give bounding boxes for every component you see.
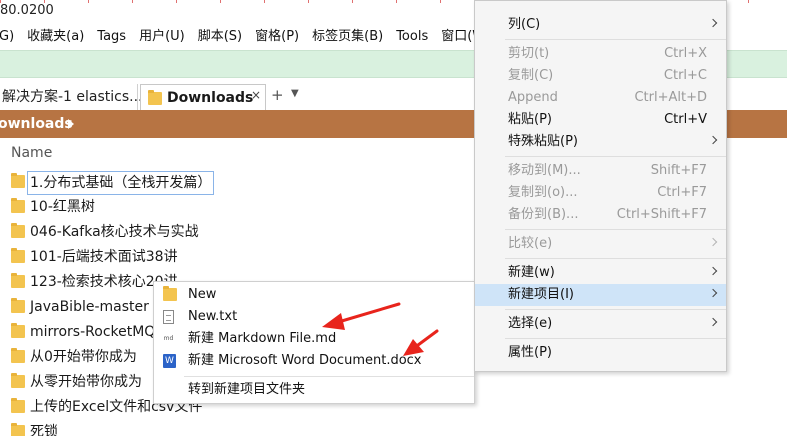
menu-bar: G) 收藏夹(a) Tags 用户(U) 脚本(S) 窗格(P) 标签页集(B)…: [0, 26, 498, 48]
column-header-name[interactable]: Name: [11, 145, 52, 161]
markdown-file-icon: md: [163, 335, 174, 342]
submenu-item-new-markdown[interactable]: md 新建 Markdown File.md: [154, 328, 474, 350]
folder-icon: [163, 286, 177, 301]
context-item-paste-special[interactable]: 特殊粘贴(P): [475, 131, 726, 153]
folder-icon: [11, 273, 25, 288]
folder-icon: [11, 373, 25, 388]
file-name: 死锁: [30, 424, 58, 436]
context-item-append[interactable]: Append Ctrl+Alt+D: [475, 87, 726, 109]
tab-label: 解决方案-1 elastics...: [2, 89, 143, 105]
menu-item-user[interactable]: 用户(U): [139, 26, 185, 48]
chevron-right-icon: [708, 288, 718, 298]
submenu-item-new-word[interactable]: W 新建 Microsoft Word Document.docx: [154, 350, 474, 372]
menu-item-view[interactable]: G): [0, 26, 14, 48]
folder-icon: [11, 398, 25, 413]
submenu-item-new-txt[interactable]: New.txt: [154, 306, 474, 328]
folder-icon: [11, 323, 25, 338]
submenu-item-goto-new-folder[interactable]: 转到新建项目文件夹: [154, 379, 474, 401]
tab-downloads[interactable]: Downloads ×: [140, 84, 266, 110]
text-file-icon: [163, 310, 174, 324]
menu-item-tools[interactable]: Tools: [396, 26, 428, 48]
context-item-backup-to[interactable]: 备份到(B)... Ctrl+Shift+F7: [475, 204, 726, 226]
word-doc-icon: W: [163, 354, 176, 368]
menu-separator: [505, 156, 726, 157]
context-item-copy-to[interactable]: 复制到(o)... Ctrl+F7: [475, 182, 726, 204]
breadcrumb-item-downloads[interactable]: ownloads: [0, 110, 73, 138]
file-name: 10-红黑树: [30, 199, 95, 215]
context-item-properties[interactable]: 属性(P): [475, 342, 726, 364]
chevron-right-icon: [708, 266, 718, 276]
context-item-new-item[interactable]: 新建项目(I): [475, 284, 726, 306]
folder-icon: [11, 223, 25, 238]
folder-icon: [11, 198, 25, 213]
file-name: 046-Kafka核心技术与实战: [30, 224, 199, 240]
folder-icon: [11, 298, 25, 313]
menu-separator: [184, 376, 474, 377]
context-item-new[interactable]: 新建(w): [475, 262, 726, 284]
context-item-move-to[interactable]: 移动到(M)... Shift+F7: [475, 160, 726, 182]
menu-item-panes[interactable]: 窗格(P): [255, 26, 299, 48]
menu-item-scripts[interactable]: 脚本(S): [198, 26, 242, 48]
context-item-cut[interactable]: 剪切(t) Ctrl+X: [475, 43, 726, 65]
menu-item-tags[interactable]: Tags: [97, 26, 126, 48]
file-name: JavaBible-master: [30, 299, 149, 315]
folder-icon: [11, 248, 25, 263]
close-icon[interactable]: ×: [251, 85, 261, 105]
context-item-columns[interactable]: 列(C): [475, 14, 726, 36]
context-item-compare[interactable]: 比较(e): [475, 233, 726, 255]
folder-icon: [148, 90, 162, 105]
add-tab-button[interactable]: +: [271, 86, 284, 104]
menu-separator: [505, 258, 726, 259]
submenu-item-new-folder[interactable]: New: [154, 284, 474, 306]
chevron-right-icon: [708, 237, 718, 247]
folder-icon: [11, 423, 25, 436]
menu-separator: [505, 309, 726, 310]
file-name-edit[interactable]: 1.分布式基础（全栈开发篇）: [27, 171, 215, 195]
file-name: mirrors-RocketMQ: [30, 324, 156, 340]
menu-separator: [505, 39, 726, 40]
menu-separator: [505, 338, 726, 339]
chevron-right-icon: [708, 317, 718, 327]
chevron-right-icon: [708, 18, 718, 28]
menu-separator: [505, 229, 726, 230]
file-name: 101-后端技术面试38讲: [30, 249, 178, 265]
new-item-submenu: New New.txt md 新建 Markdown File.md W 新建 …: [153, 281, 475, 404]
tab-label: Downloads: [167, 90, 254, 106]
folder-icon: [11, 348, 25, 363]
address-text: 80.0200: [0, 3, 54, 18]
context-menu: 列(C) 剪切(t) Ctrl+X 复制(C) Ctrl+C Append Ct…: [474, 0, 727, 372]
file-name: 从0开始带你成为: [30, 349, 137, 365]
tab-list-dropdown[interactable]: ▼: [291, 88, 299, 99]
context-item-paste[interactable]: 粘贴(P) Ctrl+V: [475, 109, 726, 131]
folder-icon: [11, 173, 25, 188]
context-item-select[interactable]: 选择(e): [475, 313, 726, 335]
tab-solutions[interactable]: 解决方案-1 elastics...: [0, 84, 143, 110]
breadcrumb-arrow-icon[interactable]: [68, 119, 74, 129]
menu-item-favorites[interactable]: 收藏夹(a): [27, 26, 84, 48]
list-item[interactable]: 死锁: [0, 420, 787, 436]
file-name: 从零开始带你成为: [30, 374, 142, 390]
menu-item-tabsets[interactable]: 标签页集(B): [312, 26, 383, 48]
chevron-right-icon: [708, 135, 718, 145]
context-item-copy[interactable]: 复制(C) Ctrl+C: [475, 65, 726, 87]
